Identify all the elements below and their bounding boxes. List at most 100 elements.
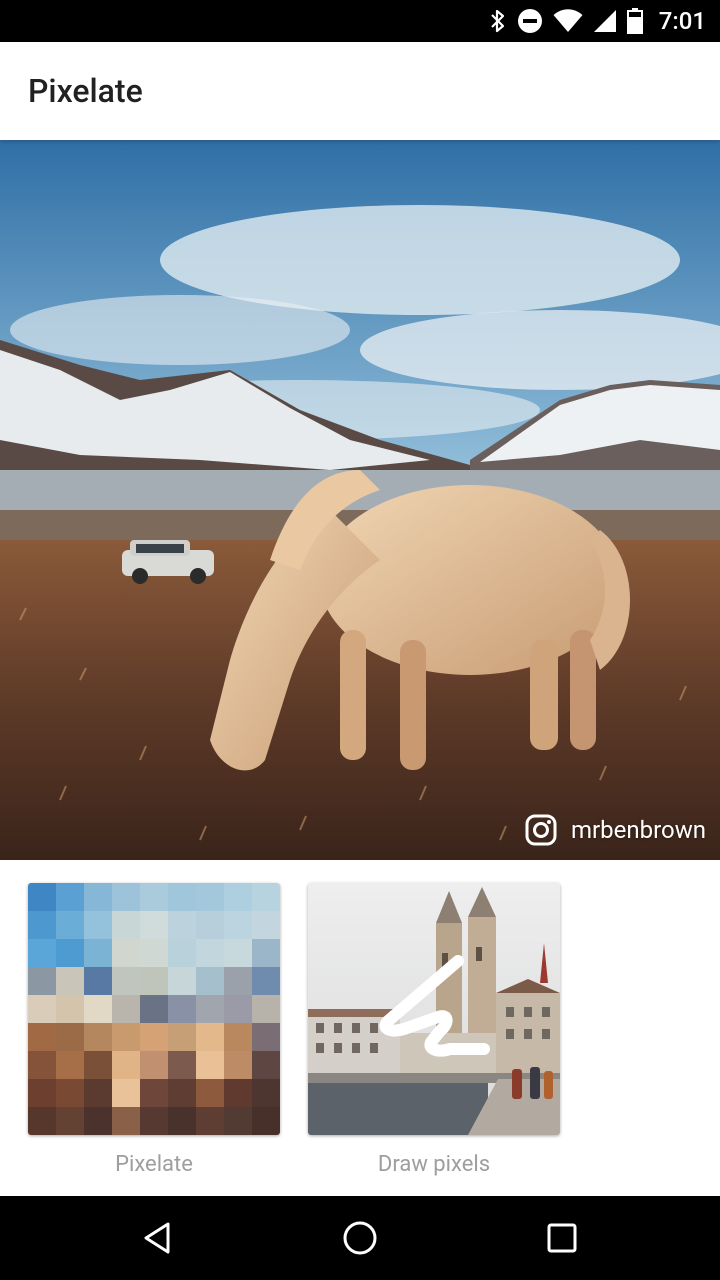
do-not-disturb-icon (517, 8, 543, 34)
pixel-cell (196, 883, 224, 911)
pixel-cell (252, 911, 280, 939)
pixel-cell (196, 939, 224, 967)
back-button[interactable] (134, 1214, 182, 1262)
back-triangle-icon (144, 1222, 170, 1254)
pixel-cell (84, 883, 112, 911)
pixel-cell (168, 1107, 196, 1135)
pixel-cell (56, 911, 84, 939)
draw-pixels-tool-label: Draw pixels (377, 1152, 491, 1177)
pixel-cell (140, 995, 168, 1023)
pixel-cell (252, 939, 280, 967)
pixel-cell (168, 939, 196, 967)
pixel-cell (196, 1107, 224, 1135)
pixel-cell (196, 1051, 224, 1079)
pixel-cell (84, 995, 112, 1023)
pixel-cell (56, 995, 84, 1023)
pixel-cell (252, 967, 280, 995)
pixel-cell (56, 1051, 84, 1079)
pixel-cell (168, 911, 196, 939)
signal-icon (593, 9, 617, 33)
pixel-cell (224, 939, 252, 967)
battery-icon (626, 8, 643, 34)
status-bar: 7:01 (0, 0, 720, 42)
pixel-cell (84, 967, 112, 995)
pixel-cell (112, 1051, 140, 1079)
pixel-cell (224, 883, 252, 911)
pixel-cell (84, 1107, 112, 1135)
status-icons: 7:01 (489, 0, 706, 42)
recents-square-icon (547, 1223, 577, 1253)
pixel-cell (168, 883, 196, 911)
pixel-cell (84, 1051, 112, 1079)
pixel-cell (112, 1023, 140, 1051)
draw-pixels-tool-button[interactable] (308, 883, 560, 1135)
pixel-cell (168, 1051, 196, 1079)
pixel-cell (112, 995, 140, 1023)
pixel-cell (224, 1051, 252, 1079)
pixel-cell (252, 1079, 280, 1107)
app-bar: Pixelate (0, 42, 720, 140)
hero-photo: mrbenbrown (0, 140, 720, 860)
pixel-cell (84, 911, 112, 939)
pixel-cell (56, 939, 84, 967)
pixel-cell (140, 1107, 168, 1135)
pixel-cell (28, 967, 56, 995)
pixel-cell (224, 995, 252, 1023)
pixel-cell (252, 1023, 280, 1051)
pixel-cell (112, 1107, 140, 1135)
home-circle-icon (343, 1221, 377, 1255)
pixel-cell (56, 1023, 84, 1051)
recents-button[interactable] (538, 1214, 586, 1262)
status-time: 7:01 (658, 7, 706, 35)
pixel-cell (84, 1079, 112, 1107)
pixel-cell (252, 883, 280, 911)
pixel-cell (28, 1051, 56, 1079)
pixel-cell (224, 1023, 252, 1051)
pixel-cell (196, 1023, 224, 1051)
pixel-cell (56, 1079, 84, 1107)
pixelate-tool-label: Pixelate (115, 1152, 193, 1177)
pixel-cell (28, 939, 56, 967)
pixel-cell (252, 1107, 280, 1135)
pixel-cell (252, 995, 280, 1023)
pixel-cell (168, 967, 196, 995)
pixel-cell (196, 967, 224, 995)
pixel-cell (140, 939, 168, 967)
pixel-cell (140, 1051, 168, 1079)
pixel-cell (112, 967, 140, 995)
pixel-cell (224, 1107, 252, 1135)
pixelate-tool-button[interactable] (28, 883, 280, 1135)
pixel-cell (112, 1079, 140, 1107)
photo-attribution[interactable]: mrbenbrown (525, 814, 706, 846)
pixelate-thumbnail (28, 883, 280, 1135)
pixel-cell (56, 1107, 84, 1135)
pixel-cell (168, 1079, 196, 1107)
pixel-cell (140, 1079, 168, 1107)
navigation-bar (0, 1196, 720, 1280)
pixel-cell (112, 911, 140, 939)
pixel-cell (112, 883, 140, 911)
pixel-cell (196, 995, 224, 1023)
pixel-cell (28, 995, 56, 1023)
pixel-cell (28, 1107, 56, 1135)
pixel-cell (196, 911, 224, 939)
pixel-cell (252, 1051, 280, 1079)
pixel-cell (84, 939, 112, 967)
pixel-cell (84, 1023, 112, 1051)
pixel-cell (28, 1079, 56, 1107)
draw-pixels-thumbnail (308, 883, 560, 1135)
pixel-cell (140, 883, 168, 911)
pixel-cell (168, 1023, 196, 1051)
pixel-cell (196, 1079, 224, 1107)
home-button[interactable] (336, 1214, 384, 1262)
pixel-cell (140, 911, 168, 939)
pixel-cell (28, 1023, 56, 1051)
pixel-cell (140, 1023, 168, 1051)
pixel-cell (224, 911, 252, 939)
pixel-cell (56, 967, 84, 995)
page-title: Pixelate (28, 72, 143, 110)
pixel-cell (224, 1079, 252, 1107)
wifi-icon (553, 9, 583, 33)
pixel-cell (168, 995, 196, 1023)
pixel-cell (28, 911, 56, 939)
